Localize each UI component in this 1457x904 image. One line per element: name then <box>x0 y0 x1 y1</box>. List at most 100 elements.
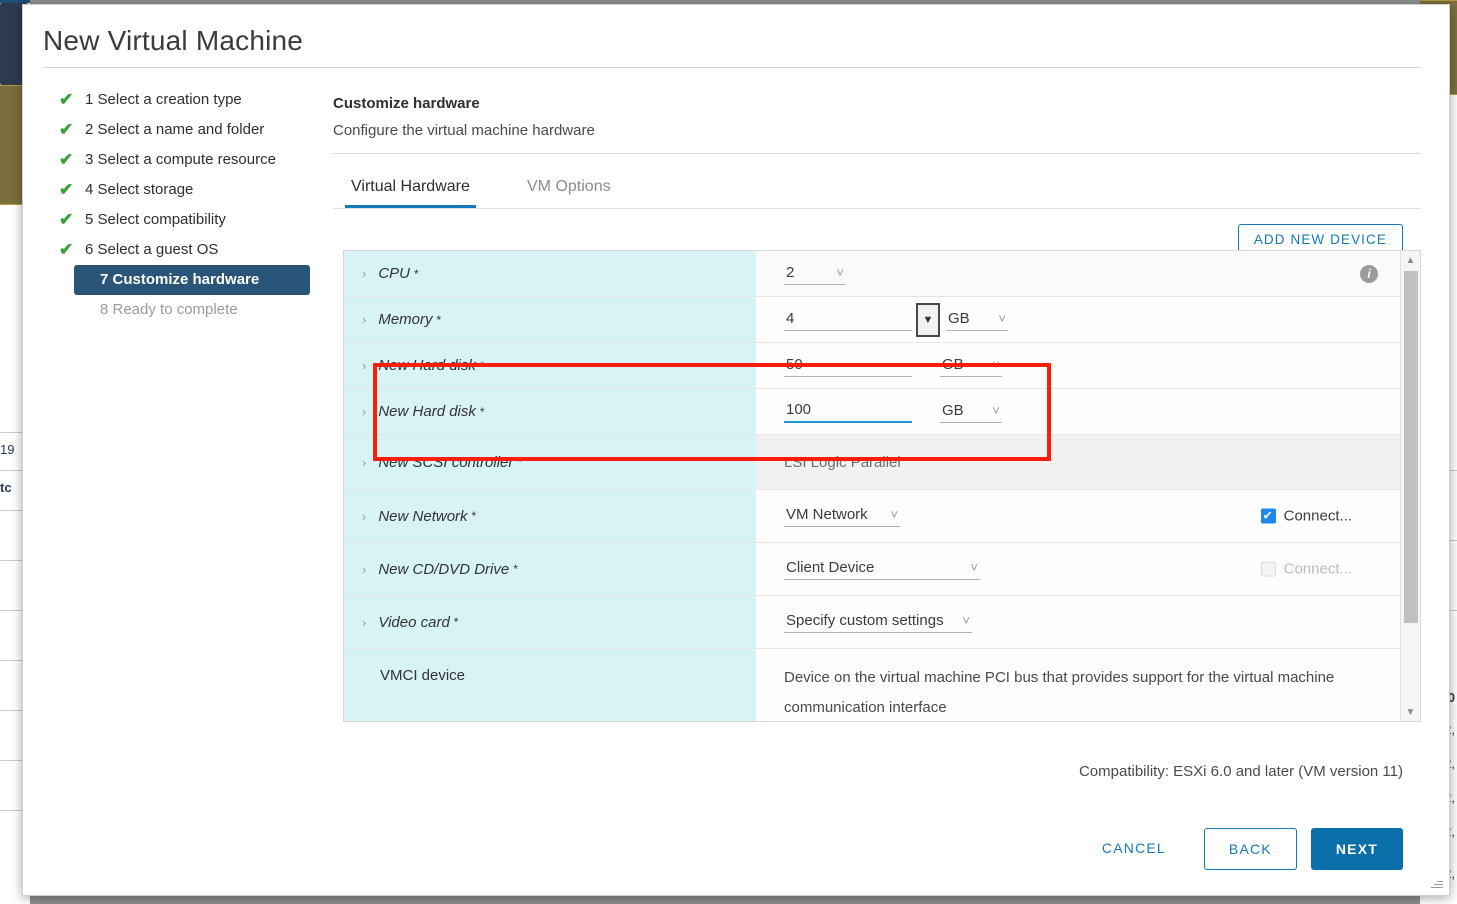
row-value-new-hard-disk-2: GB ˅ <box>756 389 1400 434</box>
caret-down-icon[interactable]: ▼ <box>1401 703 1420 721</box>
chevron-down-icon: ˅ <box>992 403 1000 418</box>
dialog-footer-buttons: CANCEL BACK NEXT <box>1078 828 1403 870</box>
network-connect-checkbox[interactable] <box>1261 509 1276 524</box>
network-select-value: VM Network <box>786 506 868 523</box>
hard-disk-2-unit-select[interactable]: GB ˅ <box>940 401 1002 423</box>
wizard-step-label: 4 Select storage <box>85 181 193 198</box>
cd-dvd-connect-checkbox <box>1261 562 1276 577</box>
info-icon[interactable]: i <box>1360 265 1378 283</box>
vmci-device-description: Device on the virtual machine PCI bus th… <box>756 649 1400 722</box>
check-icon: ✔ <box>59 205 73 235</box>
chevron-right-icon[interactable]: › <box>362 455 366 470</box>
row-label-cpu: › CPU * <box>344 251 756 296</box>
chevron-right-icon[interactable]: › <box>362 615 366 630</box>
chevron-right-icon[interactable]: › <box>362 312 366 327</box>
cpu-select[interactable]: 2 ˅ <box>784 263 846 285</box>
wizard-step-label: 3 Select a compute resource <box>85 151 276 168</box>
title-divider <box>43 67 1421 68</box>
row-label-new-hard-disk-2: › New Hard disk * <box>344 389 756 434</box>
hard-disk-1-size-input[interactable] <box>784 355 912 377</box>
memory-unit-value: GB <box>948 310 970 327</box>
video-card-select[interactable]: Specify custom settings ˅ <box>784 611 972 633</box>
table-row: › New CD/DVD Drive * Client Device ˅ Con… <box>344 543 1400 596</box>
compatibility-text: Compatibility: ESXi 6.0 and later (VM ve… <box>1079 763 1403 780</box>
row-label-text: New Network <box>378 508 467 525</box>
row-label-text: New Hard disk <box>378 357 476 374</box>
wizard-step-7-customize-hardware[interactable]: 7 Customize hardware <box>74 265 310 295</box>
table-row: › New SCSI controller * LSI Logic Parall… <box>344 435 1400 490</box>
wizard-step-4[interactable]: ✔ 4 Select storage <box>51 175 327 205</box>
scsi-controller-value: LSI Logic Parallel <box>784 454 901 471</box>
memory-size-input[interactable] <box>784 309 912 331</box>
row-value-memory: ▼ GB ˅ <box>756 297 1400 342</box>
chevron-right-icon[interactable]: › <box>362 509 366 524</box>
scrollbar-thumb[interactable] <box>1404 271 1418 623</box>
cancel-button[interactable]: CANCEL <box>1078 828 1190 870</box>
video-card-select-value: Specify custom settings <box>786 612 944 629</box>
background-fragment-text: 19 <box>0 58 14 73</box>
row-value-cpu: 2 ˅ i <box>756 251 1400 296</box>
background-fragment-text: 19 <box>0 30 14 45</box>
chevron-down-icon: ˅ <box>970 560 978 575</box>
wizard-step-6[interactable]: ✔ 6 Select a guest OS <box>51 235 327 265</box>
new-virtual-machine-dialog: New Virtual Machine ✔ 1 Select a creatio… <box>22 4 1450 896</box>
background-fragment-text: 19 <box>0 442 14 457</box>
hard-disk-1-unit-select[interactable]: GB ˅ <box>940 355 1002 377</box>
pane-subtitle: Configure the virtual machine hardware <box>333 122 595 139</box>
tab-bar: Virtual Hardware VM Options <box>333 173 1421 209</box>
wizard-step-3[interactable]: ✔ 3 Select a compute resource <box>51 145 327 175</box>
required-asterisk: * <box>454 615 459 629</box>
chevron-down-icon: ˅ <box>836 265 844 280</box>
cd-dvd-connect-checkbox-group: Connect... <box>1261 561 1352 578</box>
row-label-vmci-device: VMCI device <box>344 649 756 722</box>
chevron-down-icon: ˅ <box>992 357 1000 372</box>
chevron-down-icon: ˅ <box>998 311 1006 326</box>
wizard-step-8-ready-to-complete[interactable]: 8 Ready to complete <box>74 295 327 325</box>
table-row: › Memory * ▼ GB ˅ <box>344 297 1400 343</box>
network-select[interactable]: VM Network ˅ <box>784 505 900 527</box>
tab-vm-options[interactable]: VM Options <box>521 173 617 209</box>
chevron-down-icon: ˅ <box>962 613 970 628</box>
row-value-new-cd-dvd-drive: Client Device ˅ Connect... <box>756 543 1400 595</box>
required-asterisk: * <box>437 313 442 327</box>
row-label-new-scsi-controller: › New SCSI controller * <box>344 435 756 489</box>
caret-down-icon: ▼ <box>923 314 934 326</box>
memory-spinner-button[interactable]: ▼ <box>916 303 940 337</box>
row-label-text: New SCSI controller <box>378 454 513 471</box>
dialog-title: New Virtual Machine <box>43 25 303 57</box>
resize-grip-icon[interactable] <box>1429 876 1443 890</box>
hard-disk-2-size-input[interactable] <box>784 400 912 423</box>
wizard-step-1[interactable]: ✔ 1 Select a creation type <box>51 85 327 115</box>
row-label-text: Video card <box>378 614 449 631</box>
row-value-new-network: VM Network ˅ Connect... <box>756 490 1400 542</box>
network-connect-checkbox-group: Connect... <box>1261 508 1352 525</box>
required-asterisk: * <box>513 562 518 576</box>
chevron-right-icon[interactable]: › <box>362 266 366 281</box>
cd-dvd-connect-label: Connect... <box>1284 561 1352 578</box>
wizard-step-label: 7 Customize hardware <box>100 271 259 288</box>
hardware-table-scrollbar[interactable]: ▲ ▼ <box>1400 251 1420 721</box>
chevron-right-icon[interactable]: › <box>362 358 366 373</box>
row-value-vmci-device: Device on the virtual machine PCI bus th… <box>756 649 1400 722</box>
required-asterisk: * <box>480 405 485 419</box>
cd-dvd-select[interactable]: Client Device ˅ <box>784 558 980 580</box>
back-button[interactable]: BACK <box>1204 828 1297 870</box>
tab-underline <box>333 208 1421 209</box>
tab-virtual-hardware[interactable]: Virtual Hardware <box>345 173 476 209</box>
required-asterisk: * <box>517 455 522 469</box>
cpu-select-value: 2 <box>786 264 794 281</box>
background-fragment-text: R <box>0 2 9 17</box>
table-row: › New Hard disk * GB ˅ <box>344 389 1400 435</box>
caret-up-icon[interactable]: ▲ <box>1401 251 1420 269</box>
wizard-step-2[interactable]: ✔ 2 Select a name and folder <box>51 115 327 145</box>
wizard-step-5[interactable]: ✔ 5 Select compatibility <box>51 205 327 235</box>
hardware-device-table: › CPU * 2 ˅ i › Memory * <box>343 250 1421 722</box>
next-button[interactable]: NEXT <box>1311 828 1403 870</box>
row-label-text: Memory <box>378 311 432 328</box>
row-label-new-network: › New Network * <box>344 490 756 542</box>
chevron-right-icon[interactable]: › <box>362 404 366 419</box>
check-icon: ✔ <box>59 145 73 175</box>
chevron-right-icon[interactable]: › <box>362 562 366 577</box>
background-fragment-text: tc <box>0 480 12 495</box>
memory-unit-select[interactable]: GB ˅ <box>946 309 1008 331</box>
